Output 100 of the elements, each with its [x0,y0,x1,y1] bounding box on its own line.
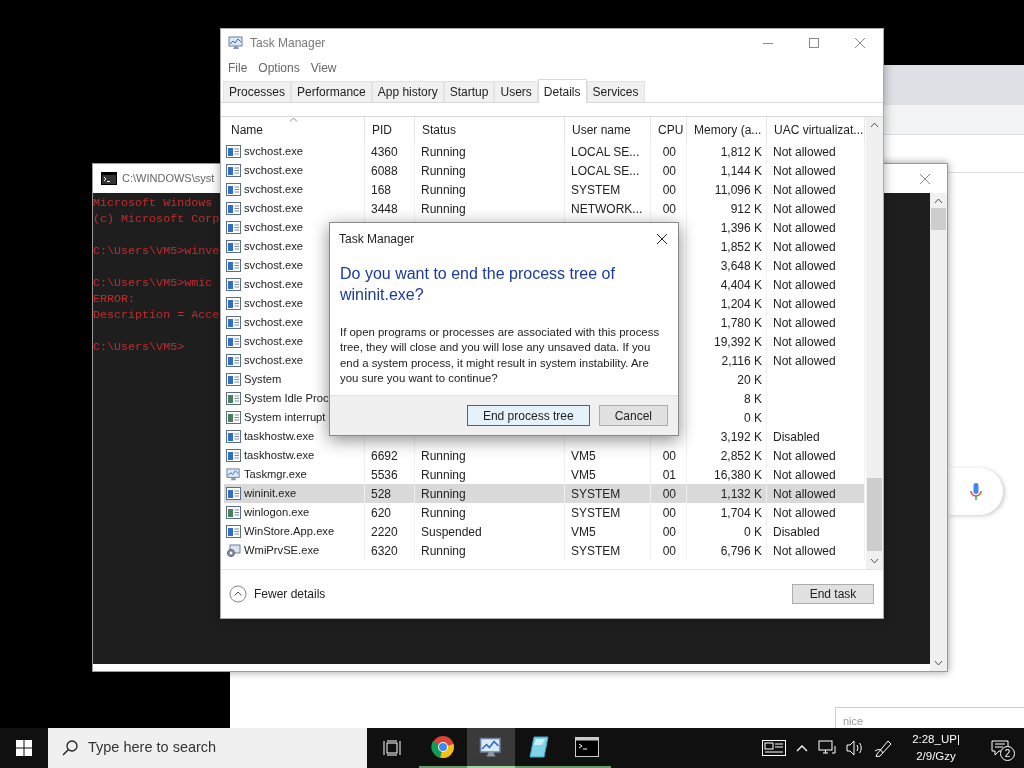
table-cell-text: System [244,372,282,388]
search-icon [62,740,78,756]
dialog-button[interactable]: Cancel [598,405,668,426]
application-icon [226,430,241,443]
table-cell-text: WmiPrvSE.exe [244,543,320,559]
table-cell-text: 4,404 K [720,276,762,294]
table-cell-text: winlogon.exe [244,505,310,521]
table-cell-text: Not allowed [773,542,836,560]
network-icon[interactable] [818,740,836,756]
column-header[interactable]: PID [365,117,415,142]
table-cell-text: 1,780 K [720,314,762,332]
end-task-button[interactable]: End task [792,584,874,604]
table-cell-text: WinStore.App.exe [244,524,335,540]
table-cell-text: 2,116 K [721,352,762,370]
table-cell-text: 912 K [730,200,762,218]
column-header[interactable]: Name [224,117,365,142]
scroll-down-icon[interactable] [934,660,943,666]
close-icon[interactable] [656,232,668,245]
taskbar-app[interactable] [467,728,515,768]
dialog-heading: Do you want to end the process tree of wininit.exe? [340,264,616,305]
table-cell-text: Running [421,485,466,503]
fewer-details-toggle[interactable]: Fewer details [229,585,326,603]
table-cell-text: Not allowed [773,352,836,370]
table-cell-text: Not allowed [773,162,836,180]
search-field[interactable]: Type here to search [48,728,367,768]
tab[interactable]: Users [494,81,538,102]
menu-item[interactable]: File [228,59,248,77]
scroll-down-icon[interactable] [870,558,879,564]
table-cell-text: 00 [662,447,676,465]
table-cell-text: 19,392 K [713,333,762,351]
tab[interactable]: Startup [443,81,495,102]
pen-icon[interactable] [874,739,894,757]
application-icon [226,354,241,367]
dialog-button[interactable]: End process tree [466,405,590,426]
selected-row[interactable]: wininit.exe 528 Running SYSTEM 00 1,132 K Not allowed [224,484,865,503]
table-cell-text: Not allowed [773,504,836,522]
menu-item[interactable]: View [310,59,337,77]
application-icon [226,411,241,424]
table-cell-text: 1,144 K [720,162,762,180]
console-line: C:\Users\VM5>wmic [93,275,213,291]
table-cell-text: 4360 [371,143,398,161]
volume-icon[interactable] [846,740,864,756]
notifications-button[interactable]: 2 [978,728,1022,768]
table-cell-text: Not allowed [773,200,836,218]
table-cell-text: svchost.exe [244,334,304,350]
table-cell-text: LOCAL SE... [571,143,640,161]
table-cell-text: 1,852 K [720,238,762,256]
table-cell-text: Running [421,181,466,199]
scroll-thumb[interactable] [931,208,946,230]
tab[interactable]: Details [537,79,587,103]
table-cell-text: 1,396 K [720,219,762,237]
table-cell-text: Not allowed [773,333,836,351]
column-header[interactable]: User name [565,117,651,142]
scrollbar[interactable] [930,193,947,671]
tab[interactable]: Processes [223,81,292,102]
table-cell-text: System Idle Proc [244,391,329,407]
table-cell-text: svchost.exe [244,277,304,293]
dialog-title: Task Manager [339,230,415,248]
table-cell-text: Taskmgr.exe [244,467,307,483]
scroll-up-icon[interactable] [934,198,943,204]
table-cell-text: SYSTEM [571,485,621,503]
console-line: C:\Users\VM5> [93,339,185,355]
table-cell-text: 00 [662,143,676,161]
application-icon [226,240,241,253]
table-cell-text: 01 [662,466,676,484]
dialog-message: If open programs or processes are associated with this process tree, they will close and you will lose any unsaved data. If you end a system process, it might result in system instability. Are you sure you want to continue? [340,325,661,387]
table-cell-text: Not allowed [773,295,836,313]
table-cell-text: 00 [662,200,676,218]
scroll-up-icon[interactable] [870,122,879,128]
news-icon [762,740,786,756]
table-cell-text: 20 K [737,371,762,389]
scrollbar[interactable] [866,117,883,569]
tab[interactable]: Services [586,81,645,102]
column-header[interactable]: UAC virtualizat... [767,117,865,142]
table-cell-text: System interrupt [244,410,326,426]
menu-item[interactable]: Options [258,59,300,77]
scroll-thumb[interactable] [867,478,882,551]
voice-search-button[interactable] [948,468,1003,515]
tab[interactable]: Performance [291,81,372,102]
tab[interactable]: App history [371,81,444,102]
application-icon [226,373,241,386]
application-icon [226,525,241,538]
table-cell-text: svchost.exe [244,315,304,331]
column-header[interactable]: CPU [651,117,687,142]
table-cell-text: Not allowed [773,143,836,161]
column-header[interactable]: Memory (a... [687,117,767,142]
glass-pane-icon [527,735,551,759]
notification-icon [991,740,1009,756]
gear-icon [226,543,241,558]
microphone-icon [969,481,982,502]
chevron-up-icon[interactable] [796,744,808,752]
clock[interactable]: 2:28_UP| 2/9/Gzy [904,731,968,765]
column-header[interactable]: Status [415,117,565,142]
table-cell-text: svchost.exe [244,353,304,369]
table-cell-text: VM5 [571,447,596,465]
application-icon [226,145,241,158]
table-cell-text: 0 K [744,409,762,427]
table-cell-text: Not allowed [773,485,836,503]
table-cell-text: 00 [662,162,676,180]
table-cell-text: svchost.exe [244,201,304,217]
